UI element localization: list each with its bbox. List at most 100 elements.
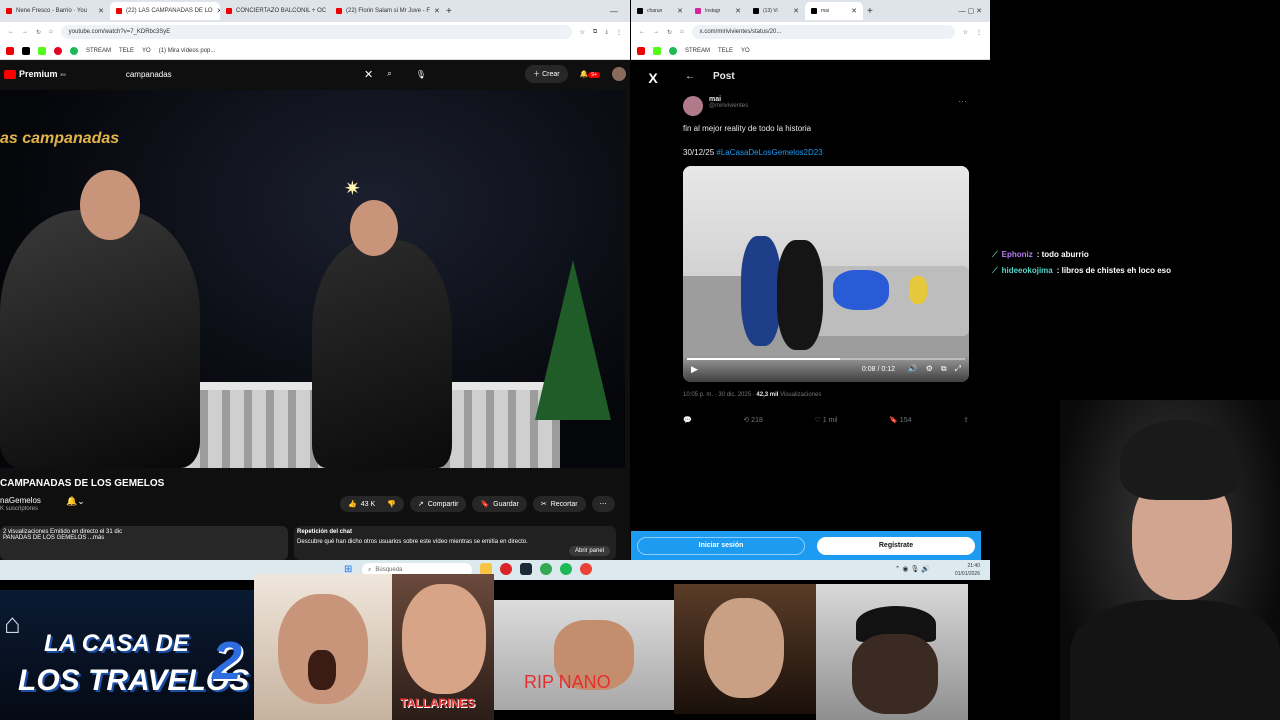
forward-icon[interactable]: → [653, 29, 659, 35]
kick-bookmark-icon[interactable] [653, 46, 661, 55]
spotify-icon[interactable] [560, 563, 572, 575]
reload-icon[interactable]: ↻ [667, 29, 672, 36]
close-tab-icon[interactable]: ✕ [677, 7, 683, 15]
bookmark-folder-stream[interactable]: STREAM [86, 48, 111, 54]
back-icon[interactable]: ← [8, 29, 14, 35]
avatar[interactable] [612, 67, 626, 81]
notifications-icon[interactable]: 🔔 9+ [580, 70, 600, 78]
open-panel-button[interactable]: Abrir panel [568, 546, 610, 556]
tab-campanadas[interactable]: (22) LAS CAMPANADAS DE LO ✕ [110, 2, 220, 20]
browser-menu-icon[interactable]: ⋮ [976, 29, 982, 36]
bookmark-button[interactable]: 🔖 154 [889, 416, 911, 424]
fullscreen-icon[interactable]: ⤢ [955, 364, 961, 374]
home-icon[interactable]: ⌂ [680, 29, 684, 35]
create-button[interactable]: ＋ Crear [525, 65, 568, 83]
bookmark-star-icon[interactable]: ☆ [580, 29, 585, 36]
share-button[interactable]: ↗ Compartir [409, 496, 467, 512]
bookmark-folder-yo[interactable]: YO [741, 48, 750, 54]
forward-icon[interactable]: → [22, 29, 28, 35]
tab-tiktok-videos[interactable]: (13) Vi ✕ [747, 2, 805, 20]
close-tab-icon[interactable]: ✕ [434, 7, 440, 15]
home-icon[interactable]: ⌂ [49, 29, 53, 35]
window-controls[interactable]: — ▢ ✕ [959, 7, 982, 15]
bookmark-folder-tele[interactable]: TELE [119, 48, 134, 54]
thumb-down-icon[interactable]: 👎 [387, 500, 396, 508]
taskbar-clock[interactable]: 21:40 01/01/2026 [955, 562, 980, 578]
bookmark-folder-yo[interactable]: YO [142, 48, 151, 54]
extensions-icon[interactable]: ⧉ [593, 29, 597, 36]
post-video[interactable]: ▶ 0:08 / 0:12 🔊 ⚙ ⧉ ⤢ [683, 166, 969, 382]
youtube-bookmark-icon[interactable] [637, 46, 645, 55]
new-tab-icon[interactable]: + [446, 6, 452, 17]
video-progress-bar[interactable] [687, 358, 965, 360]
description-box[interactable]: 2 visualizaciones Emitido en directo el … [0, 526, 288, 560]
close-tab-icon[interactable]: ✕ [735, 7, 741, 15]
more-actions-button[interactable]: ⋯ [591, 496, 615, 512]
back-icon[interactable]: ← [639, 29, 645, 35]
browser-menu-icon[interactable]: ⋮ [616, 29, 622, 36]
like-button[interactable]: 👍 43 K 👎 [340, 496, 404, 512]
avatar[interactable] [683, 96, 703, 116]
share-icon[interactable]: ⇪ [963, 416, 969, 424]
url-field[interactable]: youtube.com/watch?v=7_KDRbc3SyE [60, 25, 572, 39]
volume-icon[interactable]: 🔊 [908, 364, 918, 374]
spotify-bookmark-icon[interactable] [70, 46, 78, 55]
tab-conciertazo[interactable]: CONCIERTAZO BALCONIL + OC✕ [220, 2, 330, 20]
search-box[interactable]: campanadas ✕ ⌕ 🎙 [126, 64, 426, 84]
chrome-icon[interactable] [540, 563, 552, 575]
repost-button[interactable]: ⟲ 218 [743, 416, 763, 424]
tab-instagram[interactable]: Instagr ✕ [689, 2, 747, 20]
close-tab-icon[interactable]: ✕ [793, 7, 799, 15]
tab-nene-fresco[interactable]: Nene Fresco - Barrio · You ✕ [0, 2, 110, 20]
close-tab-icon[interactable]: ✕ [851, 7, 857, 15]
system-tray-icons[interactable]: ⌃ ◉ 🎙 🔊 [895, 565, 930, 573]
subscribed-bell-icon[interactable]: 🔔⌄ [66, 496, 85, 507]
clip-button[interactable]: ✂ Recortar [532, 496, 586, 512]
recording-app-icon[interactable] [500, 563, 512, 575]
tiktok-bookmark-icon[interactable] [22, 46, 30, 55]
like-button[interactable]: ♡ 1 mil [814, 416, 837, 424]
close-tab-icon[interactable]: ✕ [98, 7, 104, 15]
search-input[interactable]: campanadas [126, 70, 172, 79]
post-author[interactable]: mai @mirivivientes [683, 96, 748, 116]
youtube-video-player[interactable]: as campanadas ✷ [0, 90, 625, 468]
tab-florin-salam[interactable]: (22) Florin Salam si Mr Juve - F ✕ [330, 2, 440, 20]
register-button[interactable]: Regístrate [817, 536, 975, 555]
house-roof-icon: ⌂ [4, 608, 21, 639]
x-logo-icon[interactable]: X [648, 70, 657, 532]
spotify-bookmark-icon[interactable] [669, 46, 677, 55]
download-icon[interactable]: ⤓ [605, 29, 608, 36]
bookmark-folder-stream[interactable]: STREAM [685, 48, 710, 54]
youtube-premium-logo[interactable]: Premium ES [4, 69, 66, 79]
bookmark-folder-tele[interactable]: TELE [718, 48, 733, 54]
tab-charun[interactable]: charun ✕ [631, 2, 689, 20]
microphone-icon[interactable]: 🎙 [416, 70, 426, 79]
steam-icon[interactable] [520, 563, 532, 575]
more-options-icon[interactable]: ⋯ [958, 96, 967, 107]
play-icon[interactable]: ▶ [691, 364, 698, 375]
back-arrow-icon[interactable]: ← [685, 71, 695, 82]
hashtag-link[interactable]: #LaCasaDeLosGemelos2D23 [716, 148, 822, 157]
author-handle[interactable]: @mirivivientes [709, 103, 748, 109]
bookmark-star-icon[interactable]: ☆ [963, 29, 968, 36]
search-icon[interactable]: ⌕ [387, 69, 391, 79]
youtube-bookmark-icon[interactable] [6, 46, 14, 55]
login-button[interactable]: Iniciar sesión [637, 536, 805, 555]
reply-icon[interactable]: 💬 [683, 416, 692, 424]
window-minimize-icon[interactable]: — [610, 7, 618, 16]
author-name[interactable]: mai [709, 96, 748, 103]
pinterest-bookmark-icon[interactable] [54, 46, 62, 55]
settings-gear-icon[interactable]: ⚙ [926, 364, 933, 374]
kick-bookmark-icon[interactable] [38, 46, 46, 55]
address-bar-row: ← → ↻ ⌂ x.com/mirivivientes/status/20...… [631, 22, 990, 42]
new-tab-icon[interactable]: + [867, 6, 873, 17]
bookmark-tiktok-popular[interactable]: (1) Mira vídeos pop... [159, 48, 216, 54]
channel-name[interactable]: naGemelos [0, 496, 41, 505]
pip-icon[interactable]: ⧉ [941, 364, 947, 374]
tab-mai[interactable]: mai ✕ [805, 2, 863, 20]
reload-icon[interactable]: ↻ [36, 29, 41, 36]
clear-search-icon[interactable]: ✕ [364, 68, 373, 81]
save-button[interactable]: 🔖 Guardar [472, 496, 527, 512]
chrome-profile-icon[interactable] [580, 563, 592, 575]
url-field[interactable]: x.com/mirivivientes/status/20... [691, 25, 955, 39]
